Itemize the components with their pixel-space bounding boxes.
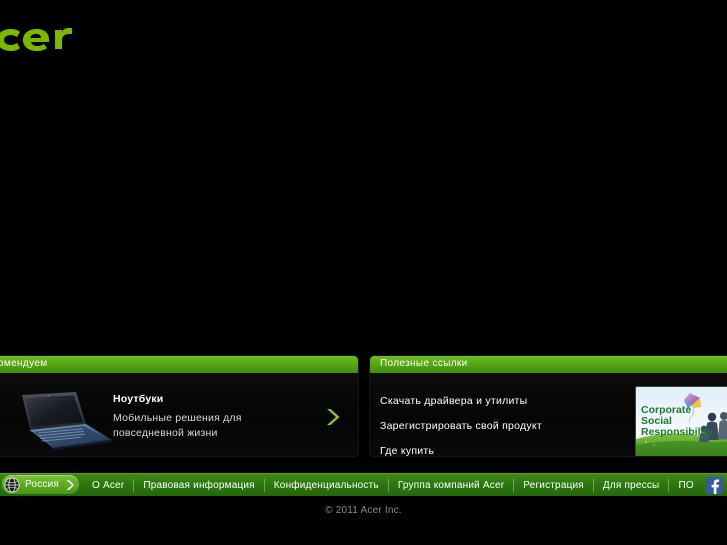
footer-link-about-acer[interactable]: О Acer <box>83 474 133 497</box>
promo-title: Ноутбуки <box>113 393 164 405</box>
laptop-thumbnail[interactable] <box>16 390 116 452</box>
footer-link-software[interactable]: ПО <box>669 474 702 497</box>
useful-links-panel-title: Полезные ссылки <box>380 358 468 369</box>
footer-nav-bar: Россия О Acer Правовая информация Конфид… <box>0 473 727 496</box>
promo-description: Мобильные решения для повседневной жизни <box>113 412 242 439</box>
recommended-panel-title: омендуем <box>0 358 48 369</box>
chevron-right-icon[interactable] <box>324 407 340 427</box>
facebook-icon[interactable] <box>706 477 723 494</box>
copyright-text: © 2011 Acer Inc. <box>325 505 402 516</box>
svg-text:Responsibility: Responsibility <box>641 426 713 438</box>
link-register-product[interactable]: Зарегистрировать свой продукт <box>380 420 542 432</box>
site-header <box>0 0 727 80</box>
csr-banner[interactable]: Corporate Social Responsibility <box>635 386 727 456</box>
link-download-drivers[interactable]: Скачать драйвера и утилиты <box>380 395 527 407</box>
useful-links-panel-body: Скачать драйвера и утилиты Зарегистриров… <box>370 373 727 456</box>
footer-link-acer-group[interactable]: Группа компаний Acer <box>389 474 513 497</box>
recommended-panel-body: Ноутбуки Мобильные решения для повседнев… <box>0 373 358 456</box>
chevron-right-icon <box>65 479 75 491</box>
panels-row: омендуем Ноутбуки Мобильные решения для … <box>0 356 727 456</box>
list-item: Скачать драйвера и утилиты <box>380 391 630 409</box>
hero-stage <box>0 80 727 352</box>
link-where-to-buy[interactable]: Где купить <box>380 445 434 456</box>
useful-links-panel: Полезные ссылки Скачать драйвера и утили… <box>370 356 727 456</box>
region-selector[interactable]: Россия <box>2 475 79 494</box>
recommended-panel: омендуем Ноутбуки Мобильные решения для … <box>0 356 358 456</box>
list-item: Где купить <box>380 441 630 456</box>
recommended-panel-header: омендуем <box>0 356 358 373</box>
useful-links-list: Скачать драйвера и утилиты Зарегистриров… <box>380 391 630 456</box>
acer-logo[interactable] <box>0 17 97 61</box>
footer-link-privacy[interactable]: Конфиденциальность <box>265 474 388 497</box>
region-label: Россия <box>25 479 59 490</box>
footer-link-registration[interactable]: Регистрация <box>514 474 593 497</box>
footer-link-press[interactable]: Для прессы <box>594 474 669 497</box>
globe-icon <box>4 476 20 493</box>
footer-links: О Acer Правовая информация Конфиденциаль… <box>83 474 703 497</box>
footer-link-legal[interactable]: Правовая информация <box>134 474 263 497</box>
promo-text-block: Ноутбуки Мобильные решения для повседнев… <box>113 393 313 441</box>
list-item: Зарегистрировать свой продукт <box>380 416 630 434</box>
useful-links-panel-header: Полезные ссылки <box>370 356 727 373</box>
